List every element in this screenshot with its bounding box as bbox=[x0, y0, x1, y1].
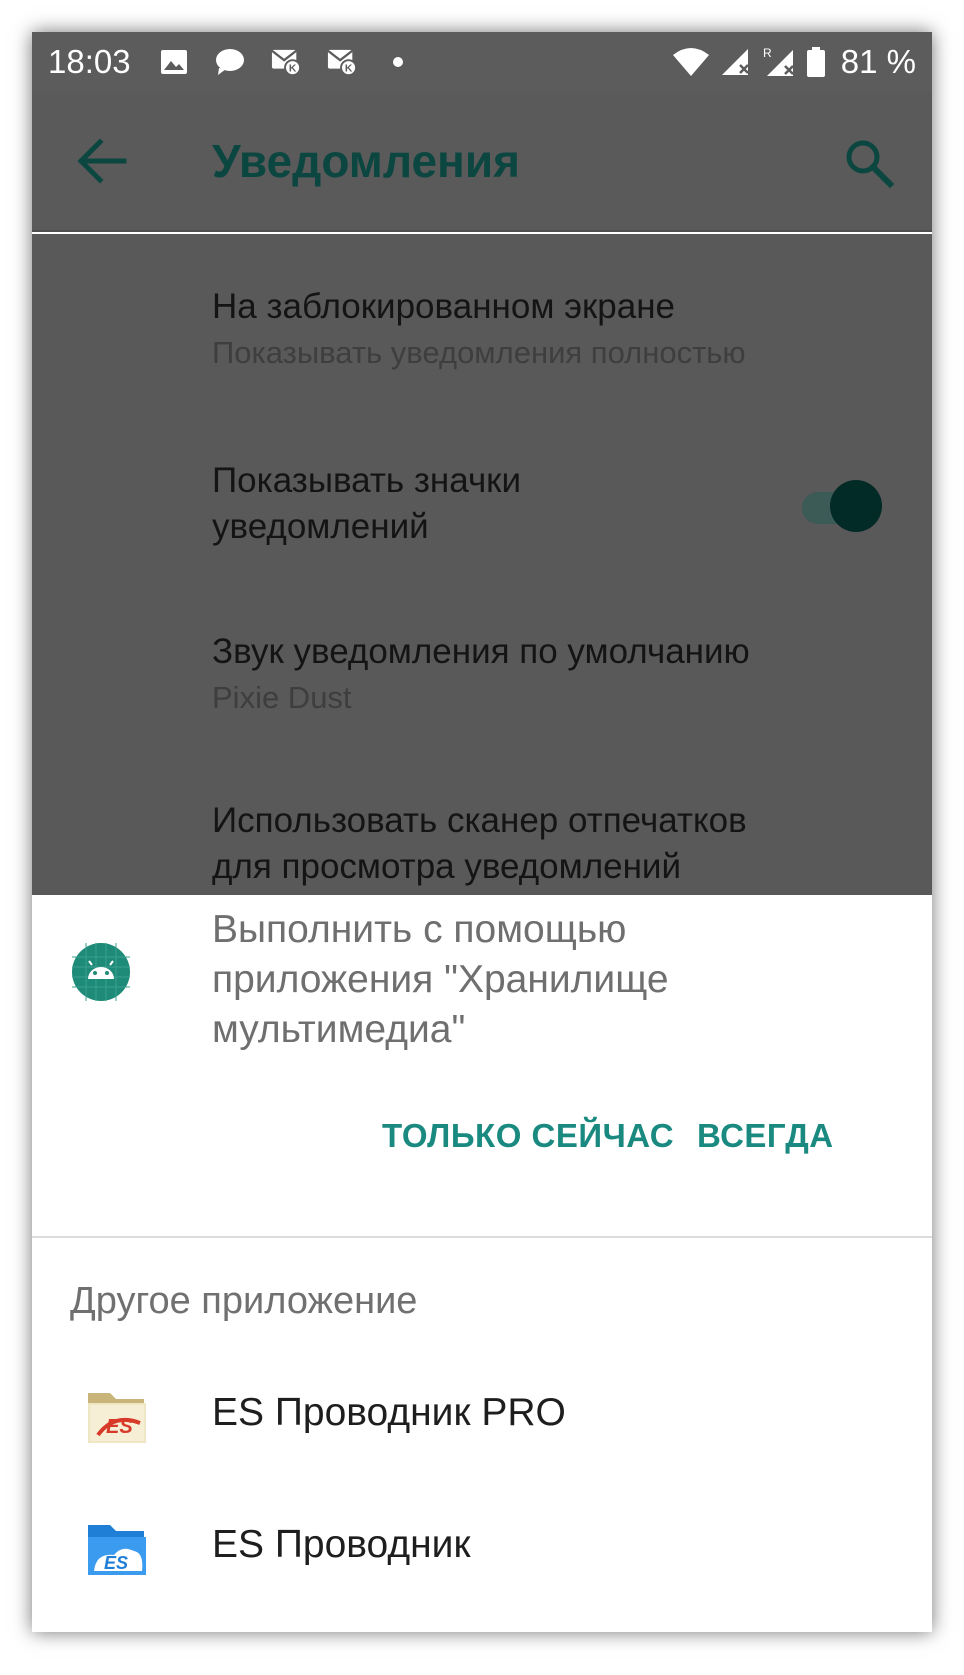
es-explorer-pro-icon: ES bbox=[84, 1383, 150, 1449]
always-button[interactable]: ВСЕГДА bbox=[697, 1117, 834, 1155]
battery-icon bbox=[805, 47, 827, 77]
setting-title-line: Показывать значки bbox=[212, 461, 522, 500]
sheet-title-line: приложения "Хранилище bbox=[212, 958, 669, 1001]
app-label: ES Проводник bbox=[212, 1523, 471, 1566]
app-bar: Уведомления bbox=[32, 92, 932, 232]
svg-text:ES: ES bbox=[106, 1416, 133, 1438]
sheet-title: Выполнить с помощью приложения "Хранилищ… bbox=[212, 905, 852, 1055]
svg-text:ES: ES bbox=[104, 1553, 128, 1573]
just-once-button[interactable]: ТОЛЬКО СЕЙЧАС bbox=[382, 1117, 674, 1155]
mail-icon: K bbox=[326, 47, 357, 77]
battery-level: 81 % bbox=[840, 43, 916, 80]
app-option-es-explorer-pro[interactable]: ES ES Проводник PRO bbox=[32, 1363, 932, 1473]
divider bbox=[32, 1236, 932, 1238]
setting-subtitle: Показывать уведомления полностью bbox=[212, 335, 746, 370]
setting-title-line: уведомлений bbox=[212, 507, 429, 546]
setting-title-line: для просмотра уведомлений bbox=[212, 847, 682, 886]
svg-text:K: K bbox=[288, 63, 296, 74]
svg-text:K: K bbox=[344, 63, 352, 74]
chat-icon bbox=[215, 47, 245, 77]
signal-roaming-icon: R bbox=[761, 46, 797, 77]
status-time: 18:03 bbox=[48, 43, 131, 80]
phone-screen: 18:03 K K R 81 % Уведомления На заблокир… bbox=[32, 32, 932, 1632]
page-title: Уведомления bbox=[212, 135, 520, 187]
setting-title: Звук уведомления по умолчанию bbox=[212, 632, 750, 671]
svg-text:R: R bbox=[763, 46, 772, 60]
notification-dots-toggle[interactable] bbox=[802, 480, 882, 536]
setting-title-line: Использовать сканер отпечатков bbox=[212, 801, 747, 840]
signal-icon bbox=[719, 47, 753, 77]
mail-icon: K bbox=[270, 47, 301, 77]
toggle-thumb bbox=[830, 480, 882, 532]
app-label: ES Проводник PRO bbox=[212, 1391, 566, 1434]
search-icon bbox=[846, 140, 895, 189]
android-icon bbox=[72, 943, 130, 1001]
arrow-left-icon bbox=[77, 138, 127, 184]
settings-list: На заблокированном экране Показывать уве… bbox=[32, 234, 932, 932]
setting-subtitle: Pixie Dust bbox=[212, 680, 352, 715]
wifi-icon bbox=[671, 47, 711, 77]
setting-lock-screen[interactable]: На заблокированном экране Показывать уве… bbox=[212, 284, 746, 376]
status-bar: 18:03 K K R 81 % bbox=[32, 32, 932, 92]
sheet-title-line: Выполнить с помощью bbox=[212, 908, 627, 951]
search-button[interactable] bbox=[842, 136, 898, 192]
app-option-es-explorer[interactable]: ES ES Проводник bbox=[32, 1495, 932, 1605]
app-chooser-sheet: Выполнить с помощью приложения "Хранилищ… bbox=[32, 895, 932, 1632]
setting-notification-dots[interactable]: Показывать значки уведомлений bbox=[212, 458, 521, 550]
setting-title: На заблокированном экране bbox=[212, 287, 675, 326]
status-right-group: R 81 % bbox=[671, 43, 916, 81]
image-icon bbox=[159, 47, 189, 77]
dot-icon bbox=[383, 47, 413, 77]
back-button[interactable] bbox=[74, 136, 128, 186]
sheet-title-line: мультимедиа" bbox=[212, 1008, 466, 1051]
setting-default-sound[interactable]: Звук уведомления по умолчанию Pixie Dust bbox=[212, 629, 750, 721]
es-explorer-icon: ES bbox=[84, 1515, 150, 1581]
other-apps-label: Другое приложение bbox=[70, 1280, 418, 1322]
setting-fingerprint[interactable]: Использовать сканер отпечатков для просм… bbox=[212, 798, 747, 890]
